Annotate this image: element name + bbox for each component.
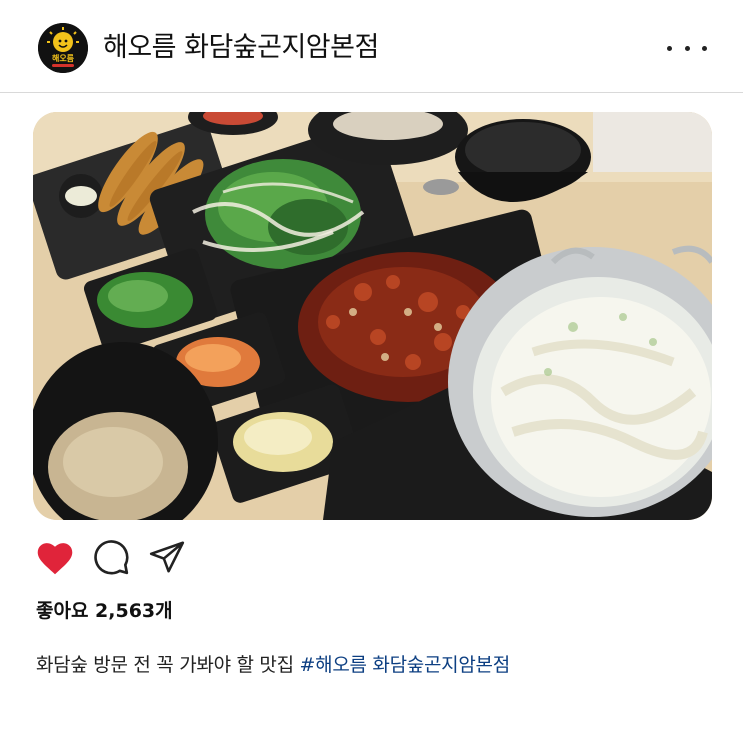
header-divider bbox=[0, 92, 743, 93]
post-caption: 화담숲 방문 전 꼭 가봐야 할 맛집 #해오름 화담숲곤지암본점 bbox=[36, 650, 510, 677]
comment-icon[interactable] bbox=[89, 535, 133, 579]
account-name[interactable]: 해오름 화담숲곤지암본점 bbox=[103, 30, 379, 66]
send-icon[interactable] bbox=[145, 535, 189, 579]
brand-logo-icon: 해오름 bbox=[38, 23, 88, 73]
caption-hashtag[interactable]: #해오름 화담숲곤지암본점 bbox=[300, 654, 511, 676]
likes-count[interactable]: 좋아요 2,563개 bbox=[36, 596, 173, 623]
caption-text: 화담숲 방문 전 꼭 가봐야 할 맛집 bbox=[36, 654, 294, 676]
heart-icon[interactable] bbox=[33, 535, 77, 579]
post-actions bbox=[33, 535, 201, 579]
avatar-logo-text: 해오름 bbox=[52, 53, 75, 63]
post-header: 해오름 해오름 화담숲곤지암본점 bbox=[0, 0, 743, 92]
food-photo-illustration bbox=[33, 112, 712, 520]
post-photo[interactable] bbox=[33, 112, 712, 520]
avatar[interactable]: 해오름 bbox=[38, 23, 88, 73]
more-dots-icon[interactable] bbox=[667, 38, 707, 58]
